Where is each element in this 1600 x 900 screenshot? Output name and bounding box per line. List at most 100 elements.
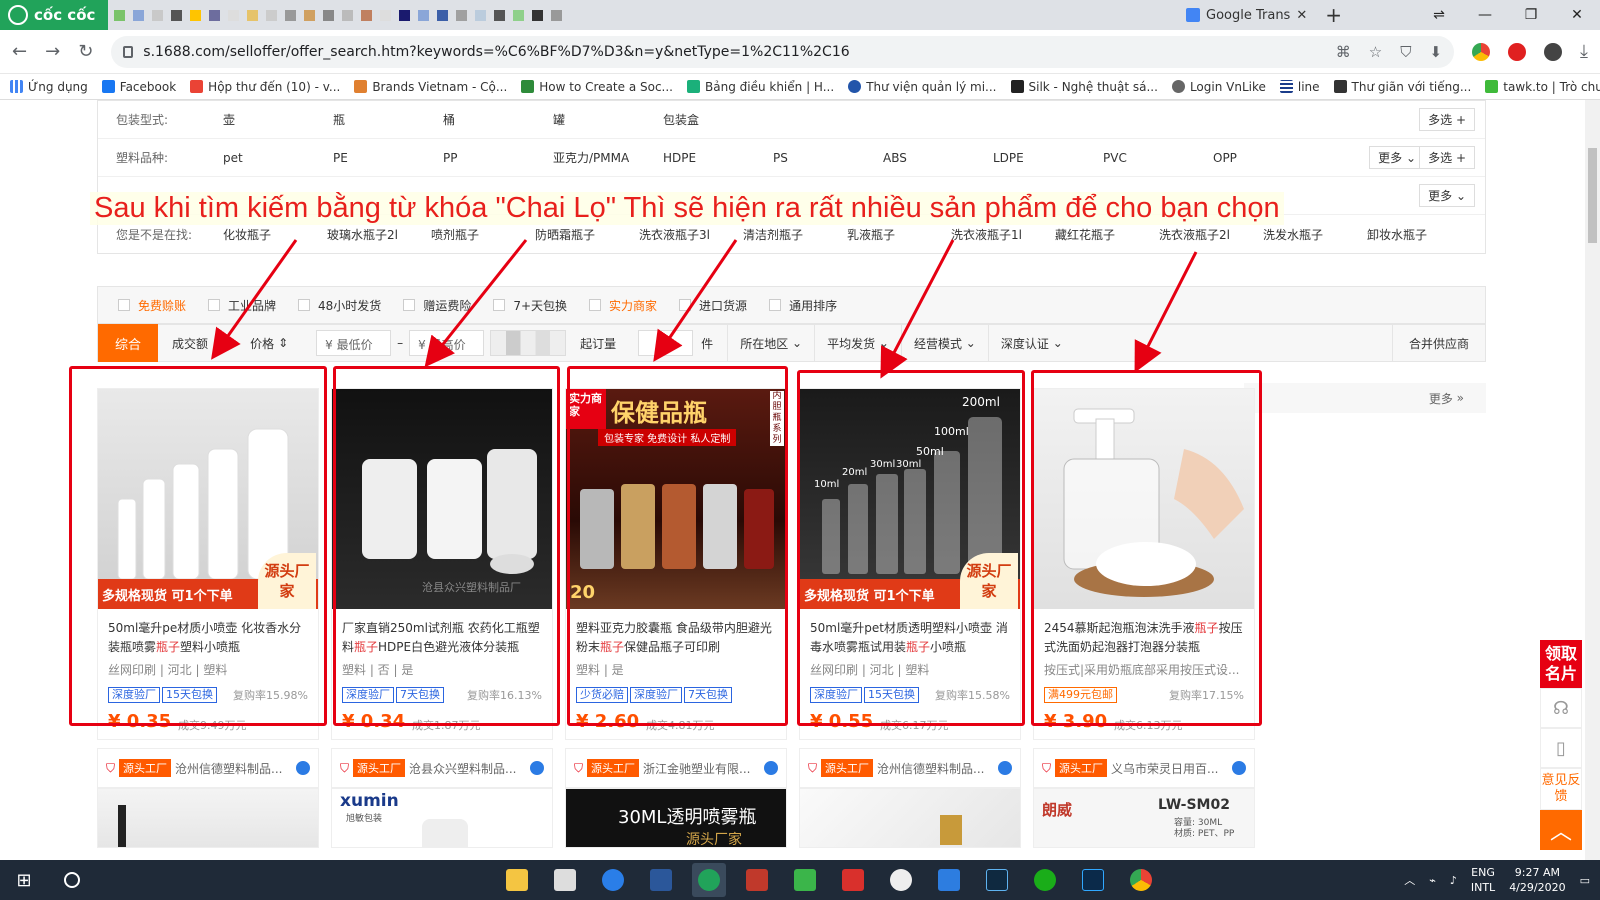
close-tab-icon[interactable]: ✕ [1296, 8, 1307, 23]
related-more-link[interactable]: 更多 » [1244, 383, 1486, 413]
product-card[interactable]: 沧县众兴塑料制品厂 厂家直销250ml试剂瓶 农药化工瓶塑料瓶子HDPE白色避光… [331, 388, 553, 740]
seller-row[interactable]: ⛉ 源头工厂 浙江金驰塑业有限... [565, 748, 787, 788]
filter-option[interactable]: 包装盒 [663, 111, 773, 128]
checkbox-freight-insurance[interactable]: 赠运费险 [403, 297, 471, 314]
dropdown-business-model[interactable]: 经营模式 ⌄ [900, 324, 988, 362]
chrome-icon[interactable] [1124, 863, 1158, 897]
feedback-button[interactable]: 意见反馈 [1540, 768, 1582, 810]
filter-option[interactable]: HDPE [663, 151, 773, 165]
network-icon[interactable]: ⌁ [1429, 874, 1436, 887]
sort-default-button[interactable]: 综合 [98, 324, 158, 362]
sort-volume-button[interactable]: 成交额 ⇕ [158, 335, 236, 352]
calculator-icon[interactable] [548, 863, 582, 897]
checkbox-power-merchant[interactable]: 实力商家 [589, 297, 657, 314]
suggest-option[interactable]: 洗衣液瓶子2l [1159, 226, 1263, 243]
seller-row[interactable]: ⛉ 源头工厂 义乌市荣灵日用百... [1033, 748, 1255, 788]
translate-icon[interactable]: ⌘ [1336, 43, 1351, 61]
checkbox-industrial-brand[interactable]: 工业品牌 [208, 297, 276, 314]
bookmark-item[interactable]: Thư giãn với tiếng... [1333, 80, 1471, 94]
bookmark-item[interactable]: How to Create a Soc... [521, 80, 673, 94]
suggest-option[interactable]: 洗发水瓶子 [1263, 226, 1367, 243]
back-to-top-icon[interactable]: ︿ [1540, 810, 1582, 850]
product-card[interactable] [97, 788, 319, 848]
wechat-icon[interactable] [1028, 863, 1062, 897]
merge-suppliers-button[interactable]: 合并供应商 [1391, 324, 1485, 362]
acrobat-icon[interactable] [836, 863, 870, 897]
bookmark-item[interactable]: Thư viện quản lý mi... [848, 80, 997, 94]
checkbox-48h-ship[interactable]: 48小时发货 [298, 297, 381, 314]
suggest-option[interactable]: 卸妆水瓶子 [1367, 226, 1447, 243]
coccoc-browser-icon[interactable] [692, 863, 726, 897]
filter-option[interactable]: pet [223, 151, 333, 165]
chevron-up-icon[interactable]: ︿ [1404, 872, 1415, 888]
suggest-option[interactable]: 化妆瓶子 [223, 226, 327, 243]
product-title[interactable]: 塑料亚克力胶囊瓶 食品级带内胆避光粉末瓶子保健品瓶子可印刷 [576, 619, 778, 657]
restore-button[interactable]: ❐ [1508, 7, 1554, 23]
product-card[interactable]: 多规格现货 可1个下单 源头厂家 50ml毫升pe材质小喷壶 化妆香水分装瓶喷雾… [97, 388, 319, 740]
close-window-button[interactable]: ✕ [1554, 7, 1600, 23]
back-icon[interactable]: ← [12, 41, 27, 62]
filter-option[interactable]: OPP [1213, 151, 1323, 165]
product-title[interactable]: 厂家直销250ml试剂瓶 农药化工瓶塑料瓶子HDPE白色避光液体分装瓶 [342, 619, 544, 657]
star-icon[interactable]: ☆ [1369, 43, 1382, 61]
bookmark-item[interactable]: tawk.to | Trò chuyện [1485, 80, 1600, 94]
multi-select-button[interactable]: 多选 + [1419, 108, 1475, 131]
filter-option[interactable]: LDPE [993, 151, 1103, 165]
bookmark-item[interactable]: Bảng điều khiển | H... [687, 80, 834, 94]
suggest-option[interactable]: 玻璃水瓶子2l [327, 226, 431, 243]
extension-icon[interactable] [1472, 42, 1491, 61]
phone-icon[interactable]: ▯ [1540, 728, 1582, 768]
forward-icon[interactable]: → [45, 41, 60, 62]
min-price-input[interactable]: ¥ 最低价 [316, 330, 392, 356]
bookmark-item[interactable]: Brands Vietnam - Cộ... [354, 80, 507, 94]
coccoc-logo[interactable]: cốc cốc [0, 0, 108, 30]
filter-option[interactable]: ABS [883, 151, 993, 165]
filter-option[interactable]: PS [773, 151, 883, 165]
bookmark-item[interactable]: Ứng dụng [10, 80, 88, 94]
scrollbar-thumb[interactable] [1588, 148, 1597, 243]
product-card[interactable]: 朗威 LW-SM02 容量: 30ML 材质: PET、PP [1033, 788, 1255, 848]
product-card[interactable]: 30ML透明喷雾瓶 源头厂家 [565, 788, 787, 848]
product-card[interactable]: xumin 旭敏包装 [331, 788, 553, 848]
language-indicator[interactable]: ENG INTL [1471, 865, 1495, 895]
shield-icon[interactable]: ⛉ [1400, 43, 1411, 61]
seller-row[interactable]: ⛉ 源头工厂 沧州信德塑料制品... [799, 748, 1021, 788]
clock-app-icon[interactable] [884, 863, 918, 897]
product-card[interactable]: 2454慕斯起泡瓶泡沫洗手液瓶子按压式洗面奶起泡器打泡器分装瓶 按压式|采用奶瓶… [1033, 388, 1255, 740]
product-card[interactable] [799, 788, 1021, 848]
seller-row[interactable]: ⛉ 源头工厂 沧州信德塑料制品... [97, 748, 319, 788]
bookmark-item[interactable]: Hộp thư đến (10) - v... [190, 80, 340, 94]
bookmark-item[interactable]: Login VnLike [1171, 80, 1266, 94]
scrollbar[interactable] [1585, 100, 1600, 860]
checkbox-free-credit[interactable]: 免费赊账 [118, 297, 186, 314]
tab-strip[interactable] [108, 0, 1178, 30]
download-icon[interactable]: ⬇ [1429, 43, 1442, 61]
notifications-icon[interactable]: ▭ [1580, 874, 1590, 887]
suggest-option[interactable]: 洗衣液瓶子3l [639, 226, 743, 243]
multi-select-button[interactable]: 多选 + [1419, 146, 1475, 169]
product-image[interactable] [1034, 389, 1254, 609]
product-image[interactable]: 200ml 100ml 50ml 30ml 30ml 20ml 10ml 多规格… [800, 389, 1020, 609]
zalo-icon[interactable] [596, 863, 630, 897]
volume-icon[interactable]: ♪ [1450, 874, 1457, 887]
suggest-option[interactable]: 洗衣液瓶子1l [951, 226, 1055, 243]
product-title[interactable]: 2454慕斯起泡瓶泡沫洗手液瓶子按压式洗面奶起泡器打泡器分装瓶 [1044, 619, 1246, 657]
suggest-option[interactable]: 清洁剂瓶子 [743, 226, 847, 243]
suggest-option[interactable]: 喷剂瓶子 [431, 226, 535, 243]
checkbox-import[interactable]: 进口货源 [679, 297, 747, 314]
max-price-input[interactable]: ¥ 最高价 [409, 330, 485, 356]
filter-option[interactable]: 桶 [443, 111, 553, 128]
bookmark-item[interactable]: Silk - Nghệ thuật sá... [1010, 80, 1158, 94]
dropdown-shipping[interactable]: 平均发货 ⌄ [814, 324, 901, 362]
tab-google-translate[interactable]: Google Trans ✕ [1178, 0, 1315, 30]
search-icon[interactable] [48, 872, 96, 888]
filter-option[interactable]: 亚克力/PMMA [553, 149, 663, 166]
get-card-button[interactable]: 领取名片 [1540, 640, 1582, 688]
seller-row[interactable]: ⛉ 源头工厂 沧县众兴塑料制品... [331, 748, 553, 788]
downloads-icon[interactable]: ⤓ [1580, 41, 1588, 62]
product-title[interactable]: 50ml毫升pe材质小喷壶 化妆香水分装瓶喷雾瓶子塑料小喷瓶 [108, 619, 310, 657]
filter-option[interactable]: 瓶 [333, 111, 443, 128]
suggest-option[interactable]: 藏红花瓶子 [1055, 226, 1159, 243]
suggest-option[interactable]: 乳液瓶子 [847, 226, 951, 243]
product-card[interactable]: 实力商家 保健品瓶 包装专家 免费设计 私人定制 内胆瓶系列 20 塑料亚克力胶… [565, 388, 787, 740]
